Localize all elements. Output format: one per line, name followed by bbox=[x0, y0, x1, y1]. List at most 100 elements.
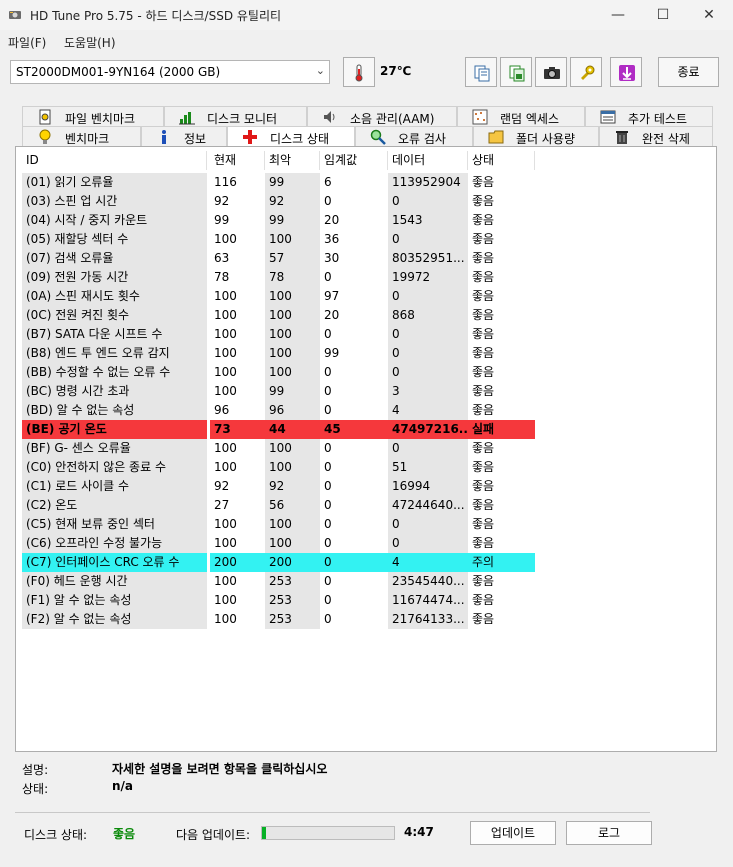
table-row[interactable]: (BF) G- 센스 오류율 100 100 0 0 좋음 bbox=[19, 439, 549, 458]
raw-data: 0 bbox=[388, 192, 468, 211]
exit-button[interactable]: 종료 bbox=[658, 57, 719, 87]
raw-data: 0 bbox=[388, 534, 468, 553]
status-value: 좋음 bbox=[472, 593, 495, 607]
tab-benchmark[interactable]: 벤치마크 bbox=[22, 126, 141, 146]
tab-random-access[interactable]: 랜덤 엑세스 bbox=[457, 106, 585, 126]
table-row[interactable]: (C0) 안전하지 않은 종료 수 100 100 0 51 좋음 bbox=[19, 458, 549, 477]
table-row[interactable]: (C7) 인터페이스 CRC 오류 수 200 200 0 4 주의 bbox=[19, 553, 549, 572]
column-header-worst[interactable]: 최악 bbox=[265, 151, 320, 170]
tab-error-scan[interactable]: 오류 검사 bbox=[355, 126, 473, 146]
table-row[interactable]: (09) 전원 가동 시간 78 78 0 19972 좋음 bbox=[19, 268, 549, 287]
table-row[interactable]: (C2) 온도 27 56 0 47244640... 좋음 bbox=[19, 496, 549, 515]
copy-image-button[interactable] bbox=[500, 57, 532, 87]
options-button[interactable] bbox=[570, 57, 602, 87]
tab-secure-erase[interactable]: 완전 삭제 bbox=[599, 126, 713, 146]
menu-file[interactable]: 파일(F) bbox=[8, 34, 46, 51]
copy-text-button[interactable] bbox=[465, 57, 497, 87]
attribute-name: (BC) 명령 시간 초과 bbox=[22, 382, 207, 401]
table-row[interactable]: (BD) 알 수 없는 속성 96 96 0 4 좋음 bbox=[19, 401, 549, 420]
column-header-status[interactable]: 상태 bbox=[468, 151, 535, 170]
status-value: 좋음 bbox=[472, 327, 495, 341]
threshold-value: 0 bbox=[324, 536, 332, 550]
attribute-name: (BF) G- 센스 오류율 bbox=[22, 439, 207, 458]
table-row[interactable]: (0A) 스핀 재시도 횟수 100 100 97 0 좋음 bbox=[19, 287, 549, 306]
tab-extra-tests[interactable]: 추가 테스트 bbox=[585, 106, 713, 126]
minimize-button[interactable]: — bbox=[595, 0, 641, 30]
worst-value: 99 bbox=[265, 211, 320, 230]
disk-status-value: 좋음 bbox=[113, 827, 136, 841]
threshold-value: 20 bbox=[324, 213, 340, 227]
camera-icon bbox=[544, 67, 560, 79]
tab-label: 파일 벤치마크 bbox=[65, 112, 136, 126]
table-row[interactable]: (01) 읽기 오류율 116 99 6 113952904 좋음 bbox=[19, 173, 549, 192]
raw-data: 47497216... bbox=[388, 420, 468, 439]
current-value: 100 bbox=[214, 441, 237, 455]
raw-data: 4 bbox=[388, 401, 468, 420]
drive-select[interactable]: ST2000DM001-9YN164 (2000 GB) ⌄ bbox=[10, 60, 330, 84]
worst-value: 100 bbox=[265, 439, 320, 458]
maximize-button[interactable]: ☐ bbox=[640, 0, 686, 30]
table-row[interactable]: (07) 검색 오류율 63 57 30 80352951... 좋음 bbox=[19, 249, 549, 268]
column-header-current[interactable]: 현재 bbox=[210, 151, 265, 170]
tab-disk-monitor[interactable]: 디스크 모니터 bbox=[164, 106, 307, 126]
column-header-data[interactable]: 데이터 bbox=[388, 151, 468, 170]
status-value: 좋음 bbox=[472, 213, 495, 227]
table-row[interactable]: (BE) 공기 온도 73 44 45 47497216... 실패 bbox=[19, 420, 549, 439]
worst-value: 57 bbox=[265, 249, 320, 268]
current-value: 73 bbox=[210, 420, 265, 439]
table-row[interactable]: (F1) 알 수 없는 속성 100 253 0 11674474... 좋음 bbox=[19, 591, 549, 610]
threshold-value: 0 bbox=[324, 194, 332, 208]
tab-folder-usage[interactable]: 폴더 사용량 bbox=[473, 126, 599, 146]
column-header-threshold[interactable]: 임계값 bbox=[320, 151, 388, 170]
app-logo-icon bbox=[9, 11, 21, 19]
raw-data: 80352951... bbox=[388, 249, 468, 268]
table-row[interactable]: (B8) 엔드 투 엔드 오류 감지 100 100 99 0 좋음 bbox=[19, 344, 549, 363]
attribute-name: (F2) 알 수 없는 속성 bbox=[22, 610, 207, 629]
current-value: 200 bbox=[210, 553, 265, 572]
table-row[interactable]: (04) 시작 / 중지 카운트 99 99 20 1543 좋음 bbox=[19, 211, 549, 230]
raw-data: 868 bbox=[388, 306, 468, 325]
table-row[interactable]: (B7) SATA 다운 시프트 수 100 100 0 0 좋음 bbox=[19, 325, 549, 344]
table-row[interactable]: (F0) 헤드 운행 시간 100 253 0 23545440... 좋음 bbox=[19, 572, 549, 591]
status-value: 좋음 bbox=[472, 498, 495, 512]
current-value: 92 bbox=[214, 194, 230, 208]
tab-info[interactable]: 정보 bbox=[141, 126, 227, 146]
tab-noise-aam[interactable]: 소음 관리(AAM) bbox=[307, 106, 457, 126]
tab-label: 디스크 모니터 bbox=[207, 112, 278, 126]
log-button[interactable]: 로그 bbox=[566, 821, 652, 845]
table-row[interactable]: (03) 스핀 업 시간 92 92 0 0 좋음 bbox=[19, 192, 549, 211]
table-row[interactable]: (BC) 명령 시간 초과 100 99 0 3 좋음 bbox=[19, 382, 549, 401]
status-value: 좋음 bbox=[472, 536, 495, 550]
worst-value: 100 bbox=[265, 325, 320, 344]
worst-value: 44 bbox=[265, 420, 320, 439]
window-title: HD Tune Pro 5.75 - 하드 디스크/SSD 유틸리티 bbox=[30, 9, 282, 23]
column-header-id[interactable]: ID bbox=[22, 151, 207, 170]
table-row[interactable]: (BB) 수정할 수 없는 오류 수 100 100 0 0 좋음 bbox=[19, 363, 549, 382]
close-button[interactable]: ✕ bbox=[686, 0, 732, 30]
status-value: 좋음 bbox=[472, 517, 495, 531]
temperature-button[interactable] bbox=[343, 57, 375, 87]
raw-data: 4 bbox=[388, 553, 468, 572]
table-row[interactable]: (C6) 오프라인 수정 불가능 100 100 0 0 좋음 bbox=[19, 534, 549, 553]
menu-help[interactable]: 도움말(H) bbox=[64, 34, 116, 51]
table-row[interactable]: (0C) 전원 켜진 횟수 100 100 20 868 좋음 bbox=[19, 306, 549, 325]
table-row[interactable]: (F2) 알 수 없는 속성 100 253 0 21764133... 좋음 bbox=[19, 610, 549, 629]
tab-label: 폴더 사용량 bbox=[516, 132, 576, 146]
title-bar: HD Tune Pro 5.75 - 하드 디스크/SSD 유틸리티 — ☐ ✕ bbox=[0, 0, 733, 30]
status-value: 좋음 bbox=[472, 365, 495, 379]
screenshot-button[interactable] bbox=[535, 57, 567, 87]
threshold-value: 97 bbox=[324, 289, 340, 303]
worst-value: 253 bbox=[265, 610, 320, 629]
table-row[interactable]: (C5) 현재 보류 중인 섹터 100 100 0 0 좋음 bbox=[19, 515, 549, 534]
save-button[interactable] bbox=[610, 57, 642, 87]
tab-health[interactable]: 디스크 상태 bbox=[227, 126, 355, 146]
status-value: 좋음 bbox=[472, 308, 495, 322]
tab-label: 추가 테스트 bbox=[628, 112, 688, 126]
update-button[interactable]: 업데이트 bbox=[470, 821, 556, 845]
current-value: 78 bbox=[214, 270, 230, 284]
tab-label: 정보 bbox=[184, 132, 207, 146]
tab-file-benchmark[interactable]: 파일 벤치마크 bbox=[22, 106, 164, 126]
table-row[interactable]: (05) 재할당 섹터 수 100 100 36 0 좋음 bbox=[19, 230, 549, 249]
table-row[interactable]: (C1) 로드 사이클 수 92 92 0 16994 좋음 bbox=[19, 477, 549, 496]
attribute-name: (BE) 공기 온도 bbox=[22, 420, 207, 439]
